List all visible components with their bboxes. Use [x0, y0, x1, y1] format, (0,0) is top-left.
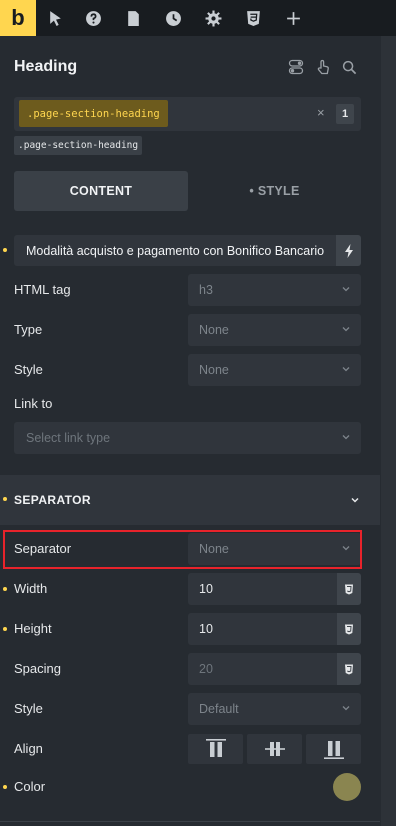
chevron-down-icon — [342, 367, 350, 372]
separator-style-select[interactable]: Default — [188, 693, 361, 725]
class-count-badge[interactable]: 1 — [336, 104, 354, 124]
tab-style[interactable]: • STYLE — [188, 171, 361, 211]
align-top-button[interactable] — [188, 734, 243, 764]
plus-icon[interactable] — [274, 0, 312, 36]
panel-title: Heading — [14, 58, 78, 75]
html-tag-value: h3 — [199, 283, 213, 297]
link-to-label: Link to — [14, 396, 53, 411]
height-input[interactable]: 10 — [188, 613, 337, 645]
align-bottom-icon — [323, 741, 344, 759]
panel-scrollbar[interactable] — [381, 36, 396, 826]
dynamic-data-icon[interactable] — [336, 235, 361, 266]
class-chip[interactable]: .page-section-heading — [14, 136, 143, 155]
type-value: None — [199, 323, 229, 337]
separator-section-title: SEPARATOR — [14, 493, 91, 507]
style-select[interactable]: None — [188, 354, 361, 386]
align-bottom-button[interactable] — [306, 734, 361, 764]
css3-icon[interactable] — [234, 0, 272, 36]
css-unit-icon[interactable] — [337, 573, 361, 605]
close-icon[interactable]: × — [317, 105, 325, 120]
toggle-icon[interactable] — [287, 58, 305, 76]
help-icon[interactable] — [74, 0, 112, 36]
section-divider — [0, 821, 380, 822]
chevron-down-icon — [342, 706, 350, 711]
page-icon[interactable] — [114, 0, 152, 36]
modified-indicator — [3, 497, 7, 501]
width-label: Width — [14, 581, 48, 596]
css-unit-icon[interactable] — [337, 653, 361, 685]
css-unit-icon[interactable] — [337, 613, 361, 645]
style-label: Style — [14, 362, 43, 377]
type-select[interactable]: None — [188, 314, 361, 346]
chevron-down-icon — [342, 435, 350, 440]
history-icon[interactable] — [154, 0, 192, 36]
align-label: Align — [14, 741, 43, 756]
link-to-row: Link to — [0, 388, 380, 420]
separator-section-header[interactable]: SEPARATOR — [0, 475, 380, 525]
heading-text-input[interactable]: Modalità acquisto e pagamento con Bonifi… — [14, 235, 336, 266]
html-tag-label: HTML tag — [14, 282, 71, 297]
align-top-icon — [205, 739, 226, 757]
search-icon[interactable] — [340, 58, 358, 76]
height-label: Height — [14, 621, 52, 636]
chevron-down-icon — [342, 287, 350, 292]
cursor-icon[interactable] — [36, 0, 74, 36]
link-type-placeholder: Select link type — [26, 431, 111, 445]
color-row: Color — [0, 771, 380, 803]
spacing-input[interactable]: 20 — [188, 653, 337, 685]
width-input[interactable]: 10 — [188, 573, 337, 605]
link-type-select[interactable]: Select link type — [14, 422, 361, 454]
active-class-tag[interactable]: .page-section-heading — [19, 100, 168, 127]
modified-indicator — [3, 248, 7, 252]
html-tag-select[interactable]: h3 — [188, 274, 361, 306]
hand-pointer-icon[interactable] — [314, 58, 332, 76]
type-label: Type — [14, 322, 43, 337]
settings-icon[interactable] — [194, 0, 232, 36]
style-value: None — [199, 363, 229, 377]
chevron-down-icon — [342, 327, 350, 332]
top-toolbar: b — [0, 0, 396, 36]
separator-style-value: Default — [199, 702, 239, 716]
highlight-box — [3, 530, 362, 569]
separator-style-label: Style — [14, 701, 43, 716]
bricks-logo[interactable]: b — [0, 0, 36, 36]
chevron-down-icon — [351, 497, 359, 503]
align-center-icon — [264, 742, 285, 756]
tab-content[interactable]: CONTENT — [14, 171, 188, 211]
align-center-button[interactable] — [247, 734, 302, 764]
color-label: Color — [14, 779, 46, 794]
color-swatch[interactable] — [333, 773, 361, 801]
spacing-label: Spacing — [14, 661, 61, 676]
